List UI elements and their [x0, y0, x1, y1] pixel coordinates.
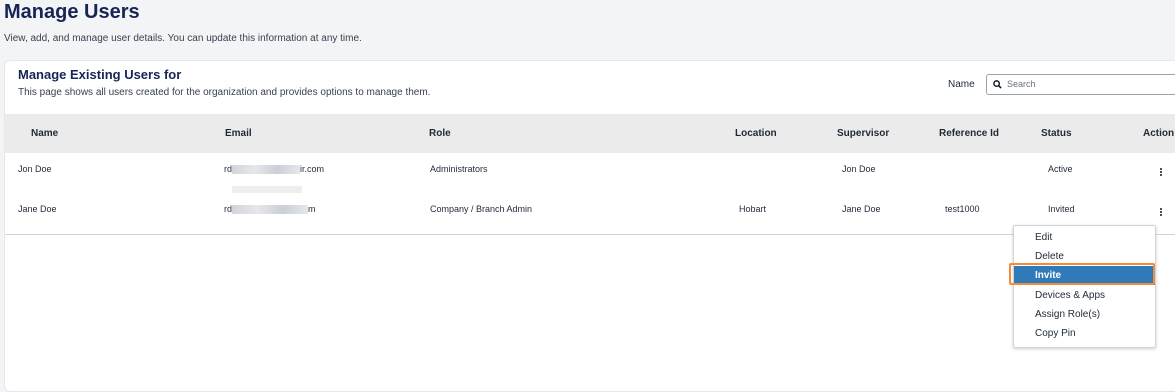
page-title: Manage Users — [4, 1, 140, 23]
column-header-reference-id[interactable]: Reference Id — [939, 128, 999, 139]
column-header-supervisor[interactable]: Supervisor — [837, 128, 889, 139]
column-header-location[interactable]: Location — [735, 128, 777, 139]
action-menu: Edit Delete Invite Devices & Apps Assign… — [1013, 225, 1156, 348]
users-card: Manage Existing Users for This page show… — [4, 60, 1175, 392]
cell-role: Administrators — [430, 164, 488, 174]
column-header-email[interactable]: Email — [225, 128, 252, 139]
column-header-status[interactable]: Status — [1041, 128, 1072, 139]
menu-item-devices-apps[interactable]: Devices & Apps — [1014, 286, 1155, 305]
cell-status: Active — [1048, 164, 1073, 174]
email-suffix: m — [308, 204, 316, 214]
email-prefix: rd — [224, 204, 233, 214]
column-header-role[interactable]: Role — [429, 128, 451, 139]
redacted-email — [232, 205, 309, 215]
table-header: Name Email Role Location Supervisor Refe… — [5, 114, 1175, 153]
cell-email: rd m — [224, 204, 316, 215]
menu-item-assign-roles[interactable]: Assign Role(s) — [1014, 305, 1155, 324]
email-prefix: rd — [224, 164, 233, 174]
menu-item-invite[interactable]: Invite — [1014, 266, 1155, 285]
table-row: Jane Doe rd m Company / Branch Admin Hoba… — [5, 194, 1175, 235]
menu-item-copy-pin[interactable]: Copy Pin — [1014, 324, 1155, 343]
column-header-name[interactable]: Name — [31, 128, 58, 139]
redacted-area — [232, 186, 302, 193]
email-suffix: ir.com — [300, 164, 325, 174]
card-description: This page shows all users created for th… — [18, 87, 431, 98]
menu-item-delete[interactable]: Delete — [1014, 247, 1155, 266]
menu-item-edit[interactable]: Edit — [1014, 228, 1155, 247]
search-label: Name — [948, 79, 975, 90]
cell-email: rd ir.com — [224, 164, 325, 175]
cell-name: Jon Doe — [18, 164, 52, 174]
search-box[interactable] — [986, 74, 1175, 95]
table-row: Jon Doe rd ir.com Administrators Jon Doe … — [5, 154, 1175, 195]
cell-role: Company / Branch Admin — [430, 204, 533, 214]
cell-supervisor: Jon Doe — [842, 164, 876, 174]
more-vertical-icon[interactable] — [1158, 204, 1164, 218]
search-icon — [993, 80, 1002, 89]
cell-location: Hobart — [739, 204, 767, 214]
card-title: Manage Existing Users for — [18, 67, 182, 82]
redacted-email — [232, 165, 301, 175]
cell-status: Invited — [1048, 204, 1075, 214]
more-vertical-icon[interactable] — [1158, 164, 1164, 178]
column-header-action: Action — [1143, 128, 1175, 139]
cell-supervisor: Jane Doe — [842, 204, 881, 214]
cell-name: Jane Doe — [18, 204, 57, 214]
search-input[interactable] — [1007, 76, 1175, 92]
cell-reference-id: test1000 — [945, 204, 980, 214]
page-description: View, add, and manage user details. You … — [4, 33, 362, 44]
